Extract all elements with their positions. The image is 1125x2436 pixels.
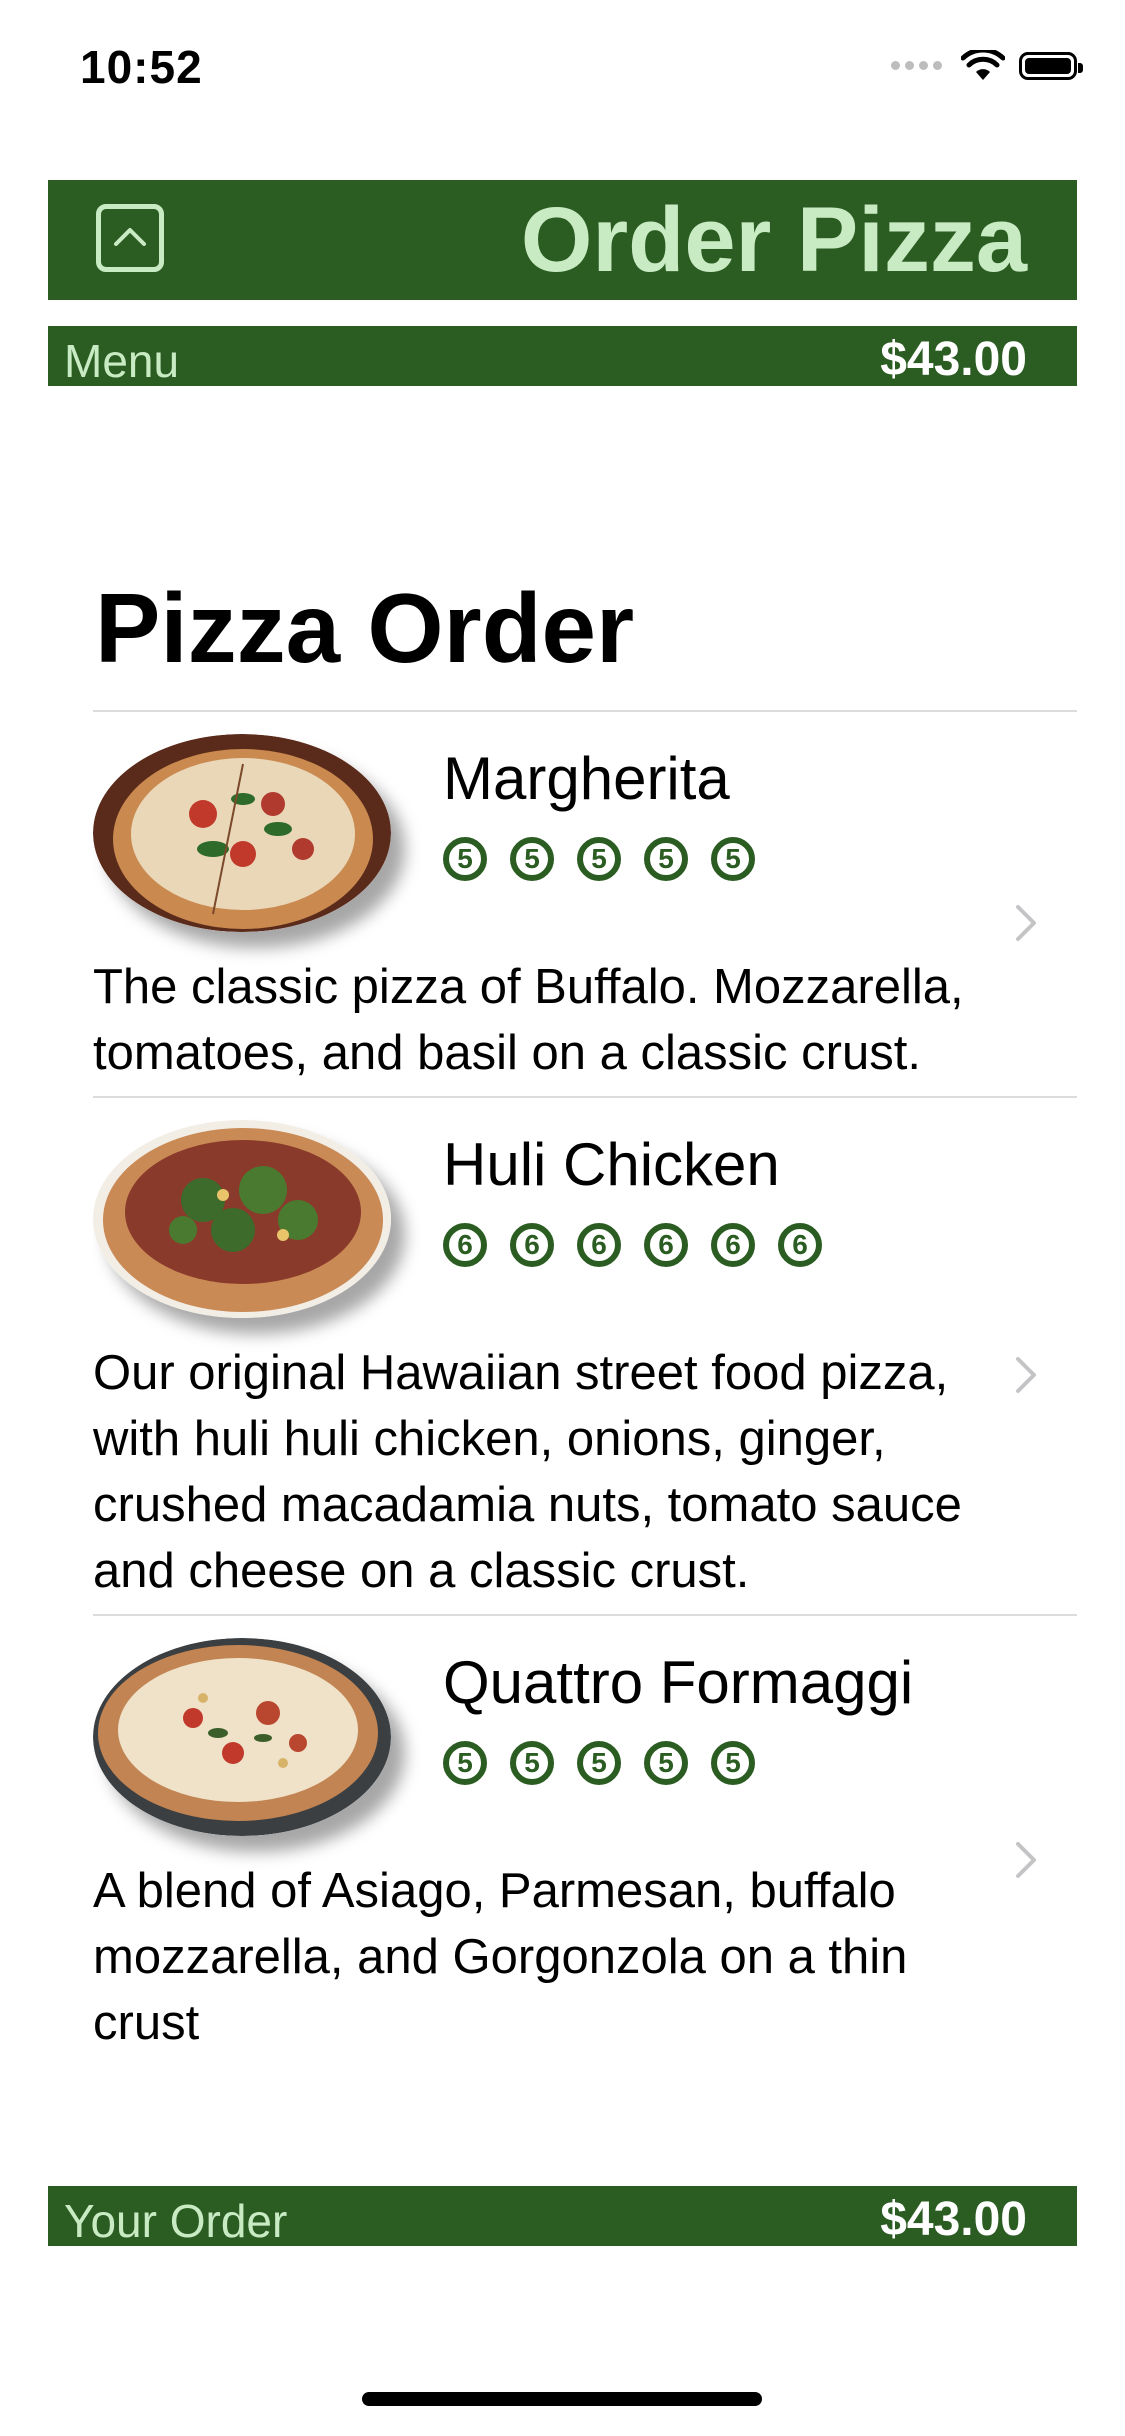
- header-bar: Order Pizza: [48, 180, 1077, 300]
- rating-badge-icon: 5: [711, 837, 755, 881]
- page-title: Order Pizza: [520, 189, 1027, 291]
- chevron-right-icon: [1016, 905, 1036, 941]
- pizza-list: Margherita 5 5 5 5 5 The classic pizza o…: [93, 710, 1077, 2160]
- your-order-label[interactable]: Your Order: [64, 2194, 287, 2248]
- menu-bar: Menu $43.00: [48, 326, 1077, 388]
- pizza-name: Quattro Formaggi: [443, 1649, 914, 1716]
- rating-badge-icon: 5: [443, 1741, 487, 1785]
- order-summary-bar[interactable]: Your Order $43.00: [48, 2186, 1077, 2248]
- pizza-description: Our original Hawaiian street food pizza,…: [93, 1346, 962, 1598]
- rating-badge-icon: 6: [778, 1223, 822, 1267]
- rating-badge-icon: 6: [577, 1223, 621, 1267]
- rating-badge-icon: 6: [510, 1223, 554, 1267]
- rating-group: 5 5 5 5 5: [443, 1741, 913, 1785]
- pizza-image: [93, 1638, 391, 1836]
- list-item[interactable]: Quattro Formaggi 5 5 5 5 5 A blend of As…: [93, 1614, 1077, 2066]
- chevron-up-square-icon[interactable]: [96, 204, 164, 272]
- pizza-description: The classic pizza of Buffalo. Mozzarella…: [93, 960, 964, 1080]
- home-indicator[interactable]: [362, 2392, 762, 2406]
- status-icons: [891, 50, 1083, 82]
- rating-badge-icon: 6: [443, 1223, 487, 1267]
- list-title: Pizza Order: [95, 573, 635, 683]
- rating-group: 5 5 5 5 5: [443, 837, 755, 881]
- chevron-right-icon: [1016, 1842, 1036, 1878]
- rating-badge-icon: 5: [644, 837, 688, 881]
- menu-label[interactable]: Menu: [64, 334, 179, 388]
- pizza-name: Margherita: [443, 745, 730, 812]
- pizza-image: [93, 734, 391, 932]
- wifi-icon: [961, 50, 1005, 80]
- rating-badge-icon: 5: [510, 837, 554, 881]
- status-time: 10:52: [80, 41, 203, 93]
- rating-badge-icon: 6: [644, 1223, 688, 1267]
- list-item[interactable]: Huli Chicken 6 6 6 6 6 6 Our original Ha…: [93, 1096, 1077, 1614]
- chevron-right-icon: [1016, 1357, 1036, 1393]
- rating-badge-icon: 5: [711, 1741, 755, 1785]
- list-item[interactable]: Margherita 5 5 5 5 5 The classic pizza o…: [93, 710, 1077, 1096]
- rating-badge-icon: 5: [644, 1741, 688, 1785]
- rating-badge-icon: 5: [577, 1741, 621, 1785]
- battery-icon: [1019, 52, 1083, 80]
- order-total: $43.00: [880, 2193, 1027, 2246]
- pizza-description: A blend of Asiago, Parmesan, buffalo moz…: [93, 1864, 908, 2050]
- rating-badge-icon: 5: [510, 1741, 554, 1785]
- pizza-name: Huli Chicken: [443, 1131, 780, 1198]
- rating-badge-icon: 5: [443, 837, 487, 881]
- status-bar: 10:52: [0, 0, 1125, 140]
- rating-group: 6 6 6 6 6 6: [443, 1223, 822, 1267]
- rating-badge-icon: 5: [577, 837, 621, 881]
- menu-total: $43.00: [880, 333, 1027, 386]
- pizza-image: [93, 1120, 391, 1318]
- signal-icon: [891, 57, 947, 75]
- rating-badge-icon: 6: [711, 1223, 755, 1267]
